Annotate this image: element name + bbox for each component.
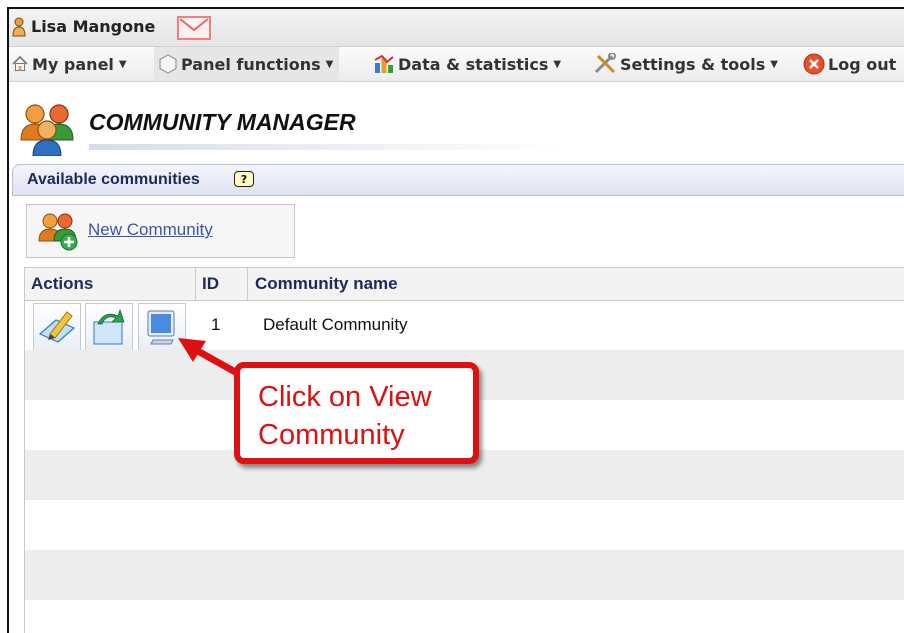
column-divider <box>195 268 196 300</box>
home-icon <box>12 55 28 71</box>
column-divider <box>247 268 248 300</box>
menu-label: Panel functions <box>181 54 321 74</box>
add-community-icon <box>38 213 78 251</box>
menu-settings-tools[interactable]: Settings & tools ▼ <box>593 47 778 81</box>
chevron-down-icon: ▼ <box>553 58 562 70</box>
community-manager-icon <box>20 104 74 156</box>
title-underline <box>89 144 569 150</box>
page-title: COMMUNITY MANAGER <box>89 109 356 135</box>
row-id: 1 <box>211 315 221 334</box>
hexagon-icon <box>159 54 177 74</box>
menu-label: Data & statistics <box>398 54 549 74</box>
panel-header: Available communities ? <box>12 164 904 196</box>
column-header-id[interactable]: ID <box>202 268 219 300</box>
callout-text: Click on View Community <box>258 378 432 454</box>
logout-icon <box>803 53 825 75</box>
user-name[interactable]: Lisa Mangone <box>31 17 155 36</box>
chart-icon <box>374 54 394 73</box>
table-row-empty <box>25 550 904 600</box>
chevron-down-icon: ▼ <box>770 58 778 70</box>
app-window: Lisa Mangone My panel ▼ Panel functions … <box>7 7 904 633</box>
callout-line-1: Click on View <box>258 381 432 413</box>
chevron-down-icon: ▼ <box>325 58 334 70</box>
mail-icon[interactable] <box>177 16 211 40</box>
column-header-actions[interactable]: Actions <box>31 268 93 300</box>
reload-icon <box>93 308 125 345</box>
user-icon <box>12 17 26 37</box>
view-community-icon <box>147 310 175 345</box>
edit-icon <box>38 311 76 343</box>
new-community-link[interactable]: New Community <box>88 220 213 240</box>
menu-log-out[interactable]: Log out <box>803 47 896 81</box>
menu-my-panel[interactable]: My panel ▼ <box>11 47 127 81</box>
page-header: COMMUNITY MANAGER <box>9 82 904 164</box>
table-row-empty <box>25 500 904 550</box>
view-community-button[interactable] <box>138 303 186 351</box>
menu-label: My panel <box>32 54 114 74</box>
panel-title: Available communities <box>27 171 200 188</box>
table-row[interactable]: 1 Default Community <box>25 300 904 351</box>
callout-box: Click on View Community <box>234 362 479 464</box>
main-menu: My panel ▼ Panel functions ▼ Data & stat… <box>9 47 904 82</box>
table-header: Actions ID Community name <box>25 267 904 301</box>
edit-button[interactable] <box>33 303 81 351</box>
callout-line-2: Community <box>258 419 405 451</box>
new-community-button[interactable]: New Community <box>26 204 295 258</box>
user-bar: Lisa Mangone <box>9 9 904 47</box>
menu-label: Settings & tools <box>620 54 766 74</box>
table-row-empty <box>25 600 904 633</box>
menu-panel-functions[interactable]: Panel functions ▼ <box>154 47 340 81</box>
menu-label: Log out <box>828 54 897 74</box>
row-community-name[interactable]: Default Community <box>263 300 408 350</box>
help-icon[interactable]: ? <box>234 171 254 187</box>
menu-data-statistics[interactable]: Data & statistics ▼ <box>373 47 561 81</box>
tools-icon <box>594 53 616 74</box>
reload-button[interactable] <box>85 303 133 351</box>
chevron-down-icon: ▼ <box>118 58 127 70</box>
column-header-community-name[interactable]: Community name <box>255 268 398 300</box>
